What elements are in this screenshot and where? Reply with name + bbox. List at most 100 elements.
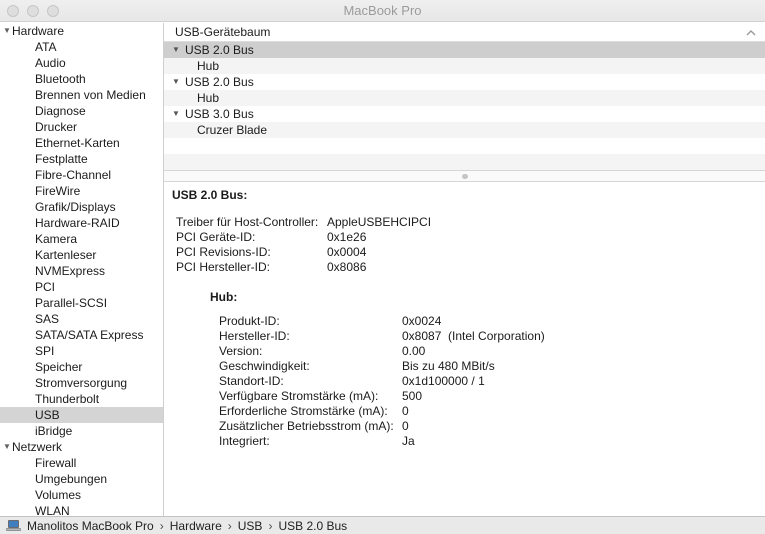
detail-label: Erforderliche Stromstärke (mA): [219,404,388,418]
sidebar-item-spi[interactable]: SPI [0,343,163,359]
tree-row-usb-2-0-bus[interactable]: ▼ USB 2.0 Bus [164,42,765,58]
sidebar-item-grafik-displays[interactable]: Grafik/Displays [0,199,163,215]
detail-label: Produkt-ID: [219,314,280,328]
detail-value: 0 [402,419,409,433]
detail-row-hersteller-id: Hersteller-ID: 0x8087 (Intel Corporation) [219,329,765,344]
chevron-up-icon[interactable] [746,30,756,36]
sidebar-item-fibre-channel[interactable]: Fibre-Channel [0,167,163,183]
sidebar-item-firewire[interactable]: FireWire [0,183,163,199]
sidebar-item-label: Diagnose [35,104,86,118]
sidebar-item-label: Umgebungen [35,472,108,486]
disclosure-triangle-icon[interactable]: ▼ [3,23,11,39]
sidebar-item-umgebungen[interactable]: Umgebungen [0,471,163,487]
sidebar-item-label: SATA/SATA Express [35,328,144,342]
detail-value: 0.00 [402,344,426,358]
detail-label: Version: [219,344,263,358]
sidebar-item-thunderbolt[interactable]: Thunderbolt [0,391,163,407]
disclosure-triangle-icon[interactable]: ▼ [172,74,185,90]
sidebar-item-label: Netzwerk [12,440,63,454]
detail-row-produkt-id: Produkt-ID: 0x0024 [219,314,765,329]
detail-value: 0x1e26 [327,230,367,244]
sidebar-item-sas[interactable]: SAS [0,311,163,327]
sidebar-item-usb[interactable]: USB [0,407,163,423]
sidebar-item-diagnose[interactable]: Diagnose [0,103,163,119]
tree-row-hub[interactable]: Hub [164,58,765,74]
detail-row-erforderliche-stromst-rke-ma: Erforderliche Stromstärke (mA): 0 [219,404,765,419]
bus-details-list: Treiber für Host-Controller: AppleUSBEHCI… [164,215,765,275]
tree-row-usb-3-0-bus[interactable]: ▼ USB 3.0 Bus [164,106,765,122]
sidebar-item-wlan[interactable]: WLAN [0,503,163,516]
sidebar-item-label: Hardware [12,24,65,38]
sidebar-section-hardware[interactable]: ▼ Hardware [0,23,163,39]
detail-label: Zusätzlicher Betriebsstrom (mA): [219,419,394,433]
detail-label: Treiber für Host-Controller: [176,215,319,229]
sidebar-item-ata[interactable]: ATA [0,39,163,55]
sidebar-item-bluetooth[interactable]: Bluetooth [0,71,163,87]
pane-splitter[interactable] [164,170,765,182]
sidebar-item-hardware-raid[interactable]: Hardware-RAID [0,215,163,231]
laptop-screen [8,520,19,528]
sidebar-item-label: WLAN [35,504,70,516]
detail-value: 0 [402,404,409,418]
sidebar-item-brennen-von-medien[interactable]: Brennen von Medien [0,87,163,103]
sidebar-item-label: ATA [35,40,57,54]
sidebar-section-netzwerk[interactable]: ▼ Netzwerk [0,439,163,455]
sidebar-item-audio[interactable]: Audio [0,55,163,71]
sidebar-item-pci[interactable]: PCI [0,279,163,295]
sidebar: ▼ Hardware ATA Audio Bluetooth Brennen von Me… [0,23,164,516]
breadcrumb-separator: › [268,518,273,533]
detail-value: AppleUSBEHCIPCI [327,215,432,229]
sidebar-item-firewall[interactable]: Firewall [0,455,163,471]
tree-row-label: USB 3.0 Bus [185,107,254,121]
detail-label: PCI Revisions-ID: [176,245,271,259]
sidebar-item-speicher[interactable]: Speicher [0,359,163,375]
tree-row-usb-2-0-bus[interactable]: ▼ USB 2.0 Bus [164,74,765,90]
sidebar-item-label: Thunderbolt [35,392,100,406]
detail-value: 0x1d100000 / 1 [402,374,485,388]
detail-row-pci-hersteller-id: PCI Hersteller-ID: 0x8086 [176,260,765,275]
laptop-icon [5,519,22,532]
tree-row-cruzer-blade[interactable]: Cruzer Blade [164,122,765,138]
detail-value: 500 [402,389,423,403]
detail-row-pci-revisions-id: PCI Revisions-ID: 0x0004 [176,245,765,260]
detail-value: Ja [402,434,415,448]
details-pane: USB 2.0 Bus: Treiber für Host-Controller… [164,182,765,516]
disclosure-triangle-icon[interactable]: ▼ [172,42,185,58]
sidebar-item-stromversorgung[interactable]: Stromversorgung [0,375,163,391]
details-title: USB 2.0 Bus: [172,188,248,202]
sidebar-item-kartenleser[interactable]: Kartenleser [0,247,163,263]
breadcrumb-item-manolitos-macbook-pro: Manolitos MacBook Pro [27,518,154,533]
detail-label: Hersteller-ID: [219,329,290,343]
tree-row-label: Cruzer Blade [197,123,268,137]
detail-label: PCI Geräte-ID: [176,230,256,244]
titlebar: MacBook Pro [0,0,765,22]
sidebar-item-label: PCI [35,280,56,294]
detail-value: 0x0024 [402,314,442,328]
sidebar-item-label: Drucker [35,120,78,134]
tree-row-label: Hub [197,59,220,73]
disclosure-triangle-icon[interactable]: ▼ [3,439,11,455]
sidebar-item-label: USB [35,408,60,422]
sidebar-item-drucker[interactable]: Drucker [0,119,163,135]
detail-row-verf-gbare-stromst-rke-ma: Verfügbare Stromstärke (mA): 500 [219,389,765,404]
splitter-handle-icon[interactable] [461,174,468,179]
device-tree-list: ▼ USB 2.0 Bus Hub ▼ USB 2.0 Bus Hub ▼ USB 3.0 B… [164,42,765,170]
sidebar-item-ethernet-karten[interactable]: Ethernet-Karten [0,135,163,151]
sidebar-item-festplatte[interactable]: Festplatte [0,151,163,167]
detail-row-treiber-f-r-host-controller: Treiber für Host-Controller: AppleUSBEHCI… [176,215,765,230]
sidebar-item-sata-sata-express[interactable]: SATA/SATA Express [0,327,163,343]
tree-row-hub[interactable]: Hub [164,90,765,106]
sidebar-item-label: Stromversorgung [35,376,128,390]
sidebar-item-kamera[interactable]: Kamera [0,231,163,247]
detail-label: Verfügbare Stromstärke (mA): [219,389,379,403]
sidebar-item-volumes[interactable]: Volumes [0,487,163,503]
usb-device-tree-pane: USB-Gerätebaum ▼ USB 2.0 Bus Hub ▼ USB 2.0 B… [164,23,765,170]
sidebar-item-label: Festplatte [35,152,88,166]
sidebar-item-parallel-scsi[interactable]: Parallel-SCSI [0,295,163,311]
detail-value: Bis zu 480 MBit/s [402,359,495,373]
sidebar-item-ibridge[interactable]: iBridge [0,423,163,439]
sidebar-item-nvmexpress[interactable]: NVMExpress [0,263,163,279]
disclosure-triangle-icon[interactable]: ▼ [172,106,185,122]
detail-label: Standort-ID: [219,374,284,388]
breadcrumb-item-usb-2-0-bus: USB 2.0 Bus [278,518,348,533]
